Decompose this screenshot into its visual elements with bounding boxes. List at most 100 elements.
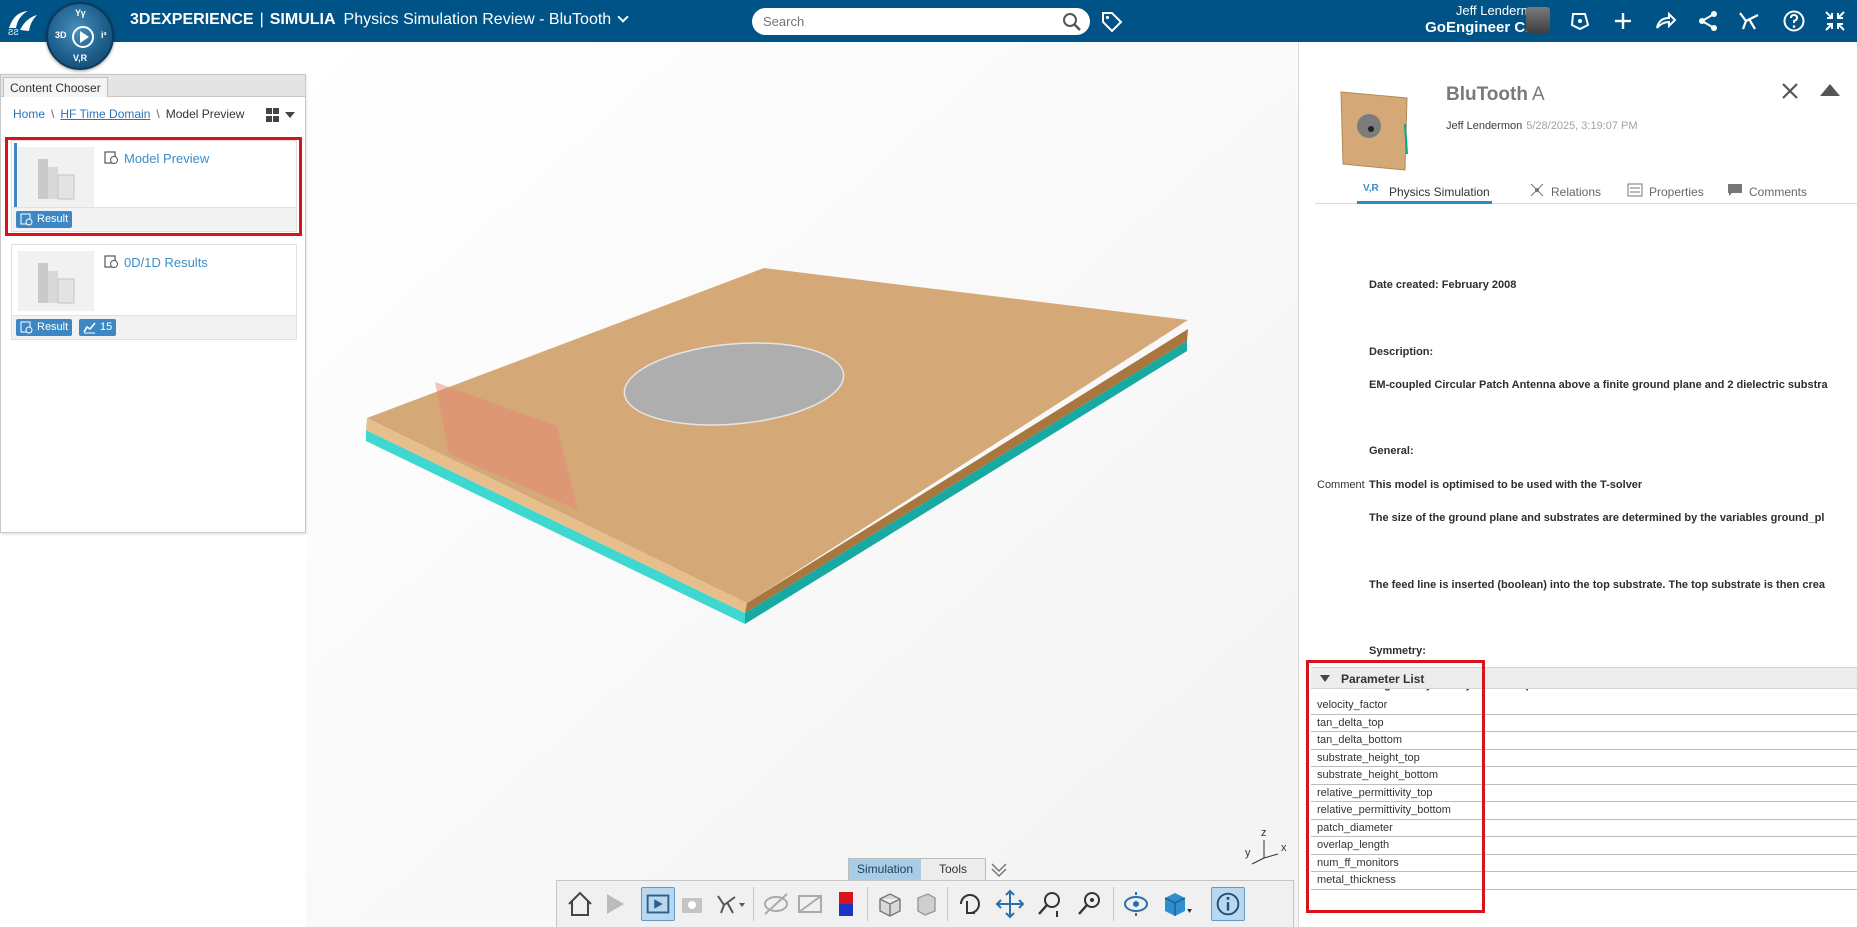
- rotate-icon[interactable]: [953, 887, 987, 921]
- object-title: BluTooth A: [1446, 84, 1545, 106]
- view-mode-icon[interactable]: [641, 887, 675, 921]
- tab-content-chooser[interactable]: Content Chooser: [3, 77, 108, 97]
- date-created: Date created: February 2008: [1369, 279, 1517, 291]
- model-canvas[interactable]: [306, 42, 1298, 927]
- plots-count-badge[interactable]: 15: [79, 319, 117, 336]
- axis-label-x: x: [1281, 842, 1287, 854]
- fullscreen-icon[interactable]: [1823, 9, 1847, 33]
- brand-name: 3DEXPERIENCE: [130, 11, 254, 28]
- card-footer: Result 15: [12, 315, 296, 339]
- axis-label-z: z: [1261, 827, 1267, 839]
- visibility-icon[interactable]: [1119, 887, 1153, 921]
- mesh-icon[interactable]: [873, 887, 907, 921]
- user-name[interactable]: Jeff Lendermon: [1360, 3, 1546, 18]
- breadcrumb-home[interactable]: Home: [13, 107, 45, 121]
- connectors-icon[interactable]: [713, 887, 747, 921]
- compass-bottom-label[interactable]: V,R: [73, 53, 87, 63]
- compass-left-label[interactable]: 3D: [55, 30, 67, 40]
- simulation-result-icon: [104, 255, 118, 268]
- tab-properties[interactable]: Properties: [1627, 182, 1727, 204]
- section-icon[interactable]: [793, 887, 827, 921]
- view-mode-dropdown-icon[interactable]: [265, 106, 297, 124]
- result-badge[interactable]: Result: [16, 319, 73, 336]
- tab-simulation[interactable]: Simulation: [849, 859, 921, 880]
- plots-count: 15: [100, 321, 113, 333]
- info-icon[interactable]: [1211, 887, 1245, 921]
- properties-icon: [1627, 183, 1643, 197]
- action-bar: [556, 880, 1294, 927]
- result-card-0d1d-results[interactable]: 0D/1D Results Result 15: [11, 244, 297, 340]
- search-input[interactable]: [763, 12, 1053, 31]
- top-bar: ƧƧ Υγ 3D i³ V,R 3DEXPERIENCE | SIMULIA Phys…: [0, 0, 1857, 70]
- tab-tools[interactable]: Tools: [921, 859, 985, 880]
- material-icon[interactable]: [909, 887, 943, 921]
- app-title[interactable]: 3DEXPERIENCE | SIMULIA Physics Simulation R…: [130, 11, 629, 29]
- pan-icon[interactable]: [993, 887, 1027, 921]
- tab-label: Comments: [1749, 185, 1808, 199]
- version-badge: V,R: [1363, 183, 1379, 194]
- action-bar-tabs: Simulation Tools: [848, 858, 986, 881]
- user-info[interactable]: Jeff Lendermon GoEngineer CRE: [1360, 3, 1546, 36]
- object-modified-date: 5/28/2025, 3:19:07 PM: [1526, 120, 1638, 132]
- comment-label: Comment: [1317, 479, 1365, 491]
- capture-icon[interactable]: [675, 887, 709, 921]
- breadcrumb: Home \ HF Time Domain \ Model Preview: [13, 107, 245, 121]
- collapse-up-icon[interactable]: [1819, 82, 1841, 98]
- brand-app: SIMULIA: [269, 11, 336, 28]
- tab-comments[interactable]: Comments: [1727, 182, 1827, 204]
- svg-text:ƧƧ: ƧƧ: [8, 28, 19, 36]
- avatar[interactable]: [1526, 7, 1550, 33]
- notifications-icon[interactable]: [1568, 9, 1592, 33]
- search-icon[interactable]: [1062, 12, 1082, 32]
- zoom-fit-icon[interactable]: [1033, 887, 1067, 921]
- compass-right-label[interactable]: i³: [101, 30, 107, 40]
- color-legend-icon[interactable]: [829, 887, 863, 921]
- content-chooser-tabbar: Content Chooser: [1, 75, 305, 97]
- 3d-viewport[interactable]: z x y: [306, 42, 1298, 927]
- panel-tabs: V,R Physics Simulation Relations Propert…: [1315, 182, 1857, 204]
- relations-icon: [1530, 183, 1544, 197]
- highlight-box-model-preview: [5, 137, 302, 236]
- tab-relations[interactable]: Relations: [1529, 182, 1619, 204]
- compass-widget[interactable]: Υγ 3D i³ V,R: [46, 2, 114, 70]
- result-name[interactable]: 0D/1D Results: [124, 255, 208, 270]
- bookmark-tag-icon[interactable]: [1100, 10, 1124, 32]
- object-owner[interactable]: Jeff Lendermon: [1446, 120, 1522, 132]
- result-thumbnail-icon[interactable]: [18, 251, 94, 311]
- object-owner-line: Jeff Lendermon 5/28/2025, 3:19:07 PM: [1446, 120, 1638, 132]
- compass-top-label[interactable]: Υγ: [75, 8, 86, 18]
- close-icon[interactable]: [1781, 82, 1799, 100]
- search-box[interactable]: [752, 8, 1090, 35]
- render-style-icon[interactable]: [1159, 887, 1193, 921]
- compass-play-icon[interactable]: [72, 26, 94, 48]
- hide-show-icon[interactable]: [759, 887, 793, 921]
- zoom-icon[interactable]: [1073, 887, 1107, 921]
- chevron-down-icon[interactable]: [617, 11, 629, 23]
- breadcrumb-current: Model Preview: [165, 107, 245, 121]
- home-view-icon[interactable]: [563, 887, 597, 921]
- collapse-toolbar-icon[interactable]: [989, 860, 1009, 878]
- help-icon[interactable]: [1782, 9, 1806, 33]
- tab-physics-simulation[interactable]: V,R Physics Simulation: [1357, 182, 1492, 204]
- add-icon[interactable]: [1611, 9, 1635, 33]
- comments-icon: [1728, 184, 1742, 196]
- context-title[interactable]: Physics Simulation Review - BluTooth: [344, 11, 612, 28]
- toolbar-separator: [867, 887, 868, 921]
- play-icon[interactable]: [597, 887, 631, 921]
- share-icon[interactable]: [1653, 9, 1677, 33]
- social-share-icon[interactable]: [1696, 9, 1720, 33]
- result-badge-label: Result: [37, 321, 69, 333]
- description-heading: Description:: [1369, 346, 1434, 358]
- dassault-logo-icon[interactable]: ƧƧ: [6, 6, 40, 36]
- object-thumbnail-icon[interactable]: [1335, 84, 1411, 180]
- comment-line-2: The size of the ground plane and substra…: [1369, 512, 1825, 524]
- symmetry-heading: Symmetry:: [1369, 645, 1426, 657]
- axis-label-y: y: [1245, 847, 1251, 859]
- toolbar-separator: [1113, 887, 1114, 921]
- toolbar-separator: [753, 887, 754, 921]
- user-company[interactable]: GoEngineer CRE: [1360, 19, 1546, 36]
- community-icon[interactable]: [1737, 9, 1761, 33]
- breadcrumb-hf-time-domain[interactable]: HF Time Domain: [60, 107, 150, 121]
- general-heading: General:: [1369, 445, 1414, 457]
- app-window: ƧƧ Υγ 3D i³ V,R 3DEXPERIENCE | SIMULIA Phys…: [0, 0, 1857, 927]
